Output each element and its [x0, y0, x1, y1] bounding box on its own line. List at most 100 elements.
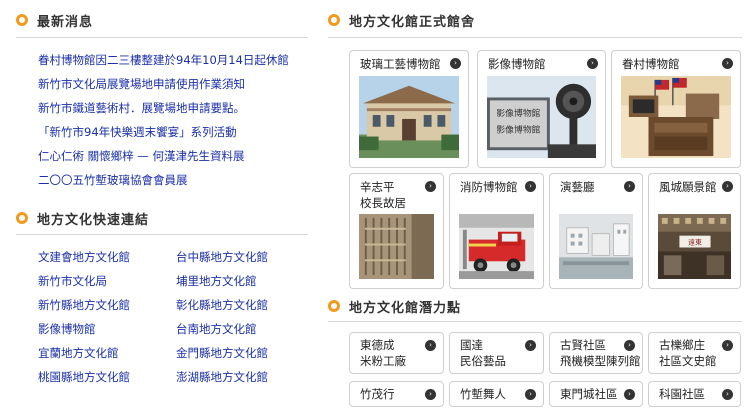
venue-card-glass-museum[interactable]: 玻璃工藝博物館 › [349, 50, 469, 168]
quick-links-grid: 文建會地方文化館 台中縣地方文化館 新竹市文化局 埔里地方文化館 新竹縣地方文化… [38, 245, 314, 389]
potential-label-line: 飛機模型陳列館 [560, 354, 641, 368]
orange-bullet-icon [328, 14, 340, 26]
quick-link[interactable]: 文建會地方文化館 [38, 245, 176, 269]
orange-bullet-icon [328, 300, 340, 312]
arrow-right-icon: › [450, 58, 461, 69]
venue-card-performance-hall[interactable]: 演藝廳 › [549, 173, 643, 289]
quick-link[interactable]: 金門縣地方文化館 [176, 341, 314, 365]
quick-links-header: 地方文化快速連結 [16, 208, 149, 228]
news-item[interactable]: 新竹市文化局展覽場地申請使用作業須知 [38, 72, 289, 96]
arrow-right-icon: › [722, 389, 733, 400]
potential-label: 竹茂行 [360, 387, 395, 401]
quick-link[interactable]: 新竹縣地方文化館 [38, 293, 176, 317]
cinema-sign-text: 影像博物館 [496, 107, 540, 119]
divider [16, 37, 308, 38]
venue-label-line: 校長故居 [360, 196, 406, 210]
potential-label-line: 民俗藝品 [460, 354, 506, 368]
arrow-right-icon: › [525, 181, 536, 192]
potential-item[interactable]: 古賢社區 飛機模型陳列館 › [549, 332, 643, 374]
arrow-right-icon: › [624, 181, 635, 192]
military-village-photo [621, 76, 731, 158]
potential-label-line: 米粉工廠 [360, 354, 406, 368]
divider [328, 321, 742, 322]
wind-city-photo: 遠東 [658, 214, 731, 279]
venue-card-fire-museum[interactable]: 消防博物館 › [449, 173, 544, 289]
arrow-right-icon: › [525, 389, 536, 400]
quick-link[interactable]: 影像博物館 [38, 317, 176, 341]
quick-link[interactable]: 台中縣地方文化館 [176, 245, 314, 269]
divider [16, 234, 308, 235]
potential-label: 東門城社區 [560, 387, 618, 401]
potential-label-line: 古賢社區 [560, 338, 606, 352]
cinema-sign-text: 影像博物館 [496, 124, 540, 136]
venue-card-military-village-museum[interactable]: 眷村博物館 › [611, 50, 741, 168]
potential-item[interactable]: 國達 民俗藝品 › [449, 332, 544, 374]
potential-label-line: 古櫟鄉庄 [659, 338, 705, 352]
venue-label: 眷村博物館 [622, 57, 680, 71]
arrow-right-icon: › [722, 58, 733, 69]
arrow-right-icon: › [525, 340, 536, 351]
arrow-right-icon: › [425, 340, 436, 351]
potential-venues-header: 地方文化館潛力點 [328, 296, 461, 316]
glass-museum-photo [359, 76, 459, 158]
official-venues-title: 地方文化館正式館舍 [349, 14, 476, 30]
potential-item[interactable]: 東門城社區 › [549, 381, 643, 407]
venue-label: 影像博物館 [488, 57, 546, 71]
quick-link[interactable]: 彰化縣地方文化館 [176, 293, 314, 317]
quick-links-title: 地方文化快速連結 [37, 212, 150, 228]
venue-label: 辛志平 校長故居 [360, 179, 406, 211]
potential-label: 東德成 米粉工廠 [360, 337, 406, 369]
latest-news-title: 最新消息 [37, 14, 94, 30]
news-item[interactable]: 「新竹市94年快樂週末饗宴」系列活動 [38, 120, 289, 144]
potential-item[interactable]: 東德成 米粉工廠 › [349, 332, 444, 374]
latest-news-list: 眷村博物館因二三樓整建於94年10月14日起休館 新竹市文化局展覽場地申請使用作… [38, 48, 289, 192]
venue-label: 玻璃工藝博物館 [360, 57, 441, 71]
news-item[interactable]: 二〇〇五竹塹玻璃協會會員展 [38, 168, 289, 192]
arrow-right-icon: › [624, 389, 635, 400]
potential-item[interactable]: 古櫟鄉庄 社區文史館 › [648, 332, 741, 374]
arrow-right-icon: › [425, 389, 436, 400]
potential-label-line: 社區文史館 [659, 354, 717, 368]
arrow-right-icon: › [425, 181, 436, 192]
shop-sign-text: 遠東 [688, 237, 702, 246]
potential-label-line: 東德成 [360, 338, 395, 352]
potential-item[interactable]: 竹塹舞人 › [449, 381, 544, 407]
potential-item[interactable]: 科園社區 › [648, 381, 741, 407]
venue-label-line: 辛志平 [360, 180, 395, 194]
potential-label: 科園社區 [659, 387, 705, 401]
fire-truck-photo [459, 214, 534, 279]
venue-label: 演藝廳 [560, 180, 595, 194]
quick-link[interactable]: 澎湖縣地方文化館 [176, 365, 314, 389]
arrow-right-icon: › [624, 340, 635, 351]
venue-label: 風城願景館 [659, 180, 717, 194]
orange-bullet-icon [16, 14, 28, 26]
venue-label: 消防博物館 [460, 180, 518, 194]
potential-item[interactable]: 竹茂行 › [349, 381, 444, 407]
quick-link[interactable]: 桃園縣地方文化館 [38, 365, 176, 389]
arrow-right-icon: › [587, 58, 598, 69]
quick-link[interactable]: 埔里地方文化館 [176, 269, 314, 293]
quick-link[interactable]: 宜蘭地方文化館 [38, 341, 176, 365]
venue-card-image-museum[interactable]: 影像博物館 › 影像博物館 影像博物館 [477, 50, 606, 168]
quick-link[interactable]: 新竹市文化局 [38, 269, 176, 293]
residence-photo [359, 214, 434, 279]
news-item[interactable]: 新竹市鐵道藝術村．展覽場地申請要點。 [38, 96, 289, 120]
latest-news-header: 最新消息 [16, 10, 93, 30]
news-item[interactable]: 仁心仁術 關懷鄉梓 — 何漢津先生資料展 [38, 144, 289, 168]
orange-bullet-icon [16, 212, 28, 224]
news-item[interactable]: 眷村博物館因二三樓整建於94年10月14日起休館 [38, 48, 289, 72]
venue-card-wind-city-vision[interactable]: 風城願景館 › 遠東 [648, 173, 741, 289]
quick-link[interactable]: 台南地方文化館 [176, 317, 314, 341]
potential-label: 國達 民俗藝品 [460, 337, 506, 369]
image-museum-photo: 影像博物館 影像博物館 [487, 76, 596, 158]
venue-card-hsin-chih-ping-residence[interactable]: 辛志平 校長故居 › [349, 173, 444, 289]
potential-label-line: 國達 [460, 338, 483, 352]
official-venues-header: 地方文化館正式館舍 [328, 10, 475, 30]
arrow-right-icon: › [722, 181, 733, 192]
divider [328, 37, 742, 38]
potential-venues-title: 地方文化館潛力點 [349, 300, 462, 316]
potential-label: 竹塹舞人 [460, 387, 506, 401]
arrow-right-icon: › [722, 340, 733, 351]
potential-label: 古櫟鄉庄 社區文史館 [659, 337, 717, 369]
performance-hall-photo [559, 214, 633, 279]
